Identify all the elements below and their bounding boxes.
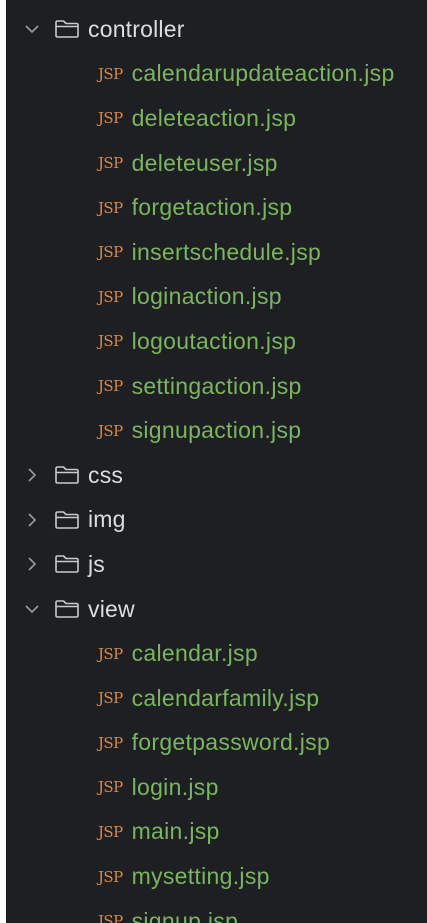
chevron-right-icon[interactable] [24, 556, 40, 572]
chevron-right-icon[interactable] [24, 467, 40, 483]
file-item[interactable]: JSP calendarfamily.jsp [6, 676, 427, 721]
file-item[interactable]: JSP calendar.jsp [6, 631, 427, 676]
file-item[interactable]: JSP insertschedule.jsp [6, 230, 427, 275]
file-label: main.jsp [131, 818, 220, 845]
file-label: loginaction.jsp [131, 283, 282, 310]
file-item[interactable]: JSP logoutaction.jsp [6, 319, 427, 364]
jsp-file-icon: JSP [98, 912, 123, 923]
jsp-file-icon: JSP [98, 822, 123, 841]
jsp-file-icon: JSP [98, 198, 123, 217]
jsp-file-icon: JSP [98, 154, 123, 173]
folder-icon [54, 465, 80, 485]
file-label: calendarfamily.jsp [131, 684, 320, 711]
folder-js[interactable]: js [6, 542, 427, 587]
folder-view[interactable]: view [6, 587, 427, 632]
folder-label: css [88, 461, 124, 488]
jsp-file-icon: JSP [98, 287, 123, 306]
chevron-right-icon[interactable] [24, 512, 40, 528]
file-label: forgetaction.jsp [131, 194, 293, 221]
jsp-file-icon: JSP [98, 778, 123, 797]
file-label: mysetting.jsp [131, 863, 270, 890]
file-item[interactable]: JSP calendarupdateaction.jsp [6, 52, 427, 97]
jsp-file-icon: JSP [98, 421, 123, 440]
file-item[interactable]: JSP signup.jsp [6, 899, 427, 923]
chevron-down-icon[interactable] [24, 21, 40, 37]
folder-icon [54, 19, 80, 39]
file-item[interactable]: JSP settingaction.jsp [6, 364, 427, 409]
jsp-file-icon: JSP [98, 377, 123, 396]
chevron-down-icon[interactable] [24, 601, 40, 617]
file-item[interactable]: JSP forgetpassword.jsp [6, 721, 427, 766]
file-label: settingaction.jsp [131, 372, 302, 399]
file-item[interactable]: JSP deleteuser.jsp [6, 141, 427, 186]
file-label: deleteuser.jsp [131, 149, 278, 176]
folder-label: controller [88, 15, 185, 42]
jsp-file-icon: JSP [98, 332, 123, 351]
file-item[interactable]: JSP loginaction.jsp [6, 275, 427, 320]
file-label: forgetpassword.jsp [131, 729, 331, 756]
folder-icon [54, 599, 80, 619]
folder-controller[interactable]: controller [6, 7, 427, 52]
folder-css[interactable]: css [6, 453, 427, 498]
file-label: signup.jsp [131, 907, 239, 923]
project-explorer: controller JSP calendarupdateaction.jsp … [0, 0, 427, 923]
file-item[interactable]: JSP login.jsp [6, 765, 427, 810]
file-label: deleteaction.jsp [131, 104, 297, 131]
folder-label: js [88, 550, 106, 577]
jsp-file-icon: JSP [98, 689, 123, 708]
file-label: login.jsp [131, 773, 219, 800]
folder-label: view [88, 595, 135, 622]
file-label: signupaction.jsp [131, 417, 302, 444]
file-item[interactable]: JSP deleteaction.jsp [6, 96, 427, 141]
jsp-file-icon: JSP [98, 64, 123, 83]
folder-label: img [88, 506, 126, 533]
folder-img[interactable]: img [6, 498, 427, 543]
file-item[interactable]: JSP main.jsp [6, 810, 427, 855]
jsp-file-icon: JSP [98, 867, 123, 886]
jsp-file-icon: JSP [98, 109, 123, 128]
jsp-file-icon: JSP [98, 644, 123, 663]
file-item[interactable]: JSP signupaction.jsp [6, 408, 427, 453]
file-label: logoutaction.jsp [131, 327, 297, 354]
jsp-file-icon: JSP [98, 243, 123, 262]
file-label: insertschedule.jsp [131, 238, 322, 265]
file-label: calendar.jsp [131, 640, 258, 667]
jsp-file-icon: JSP [98, 733, 123, 752]
folder-icon [54, 510, 80, 530]
file-label: calendarupdateaction.jsp [131, 60, 395, 87]
folder-icon [54, 554, 80, 574]
file-item[interactable]: JSP forgetaction.jsp [6, 185, 427, 230]
file-item[interactable]: JSP mysetting.jsp [6, 854, 427, 899]
